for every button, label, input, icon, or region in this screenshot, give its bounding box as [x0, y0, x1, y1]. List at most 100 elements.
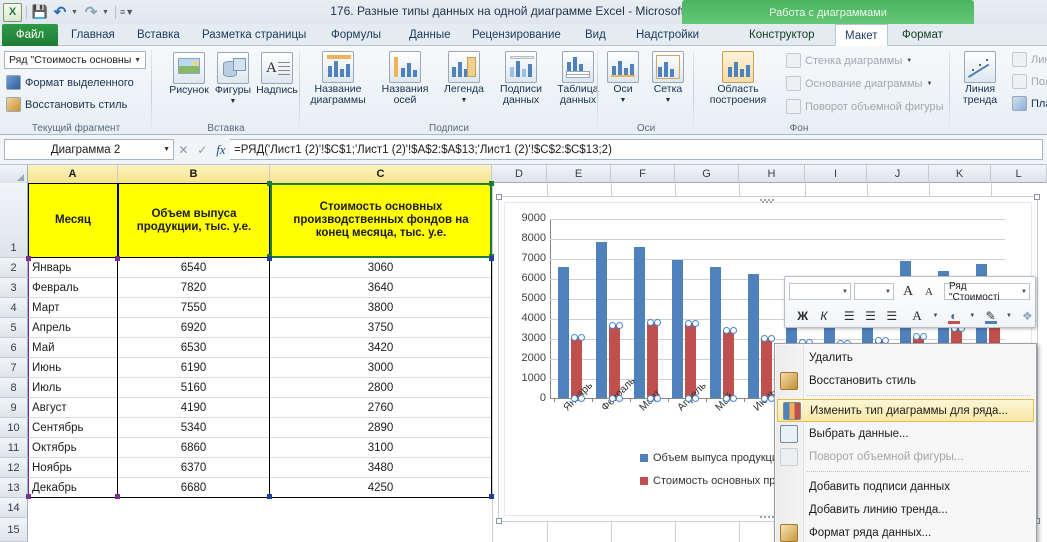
axes-dropdown-icon[interactable]: ▼: [602, 95, 644, 106]
tab-review[interactable]: Рецензирование: [463, 24, 570, 46]
table-row-cell-cost[interactable]: 3100: [270, 438, 492, 458]
row-header-1[interactable]: 1: [0, 183, 28, 258]
tab-insert[interactable]: Вставка: [128, 24, 189, 46]
series-selection-handle[interactable]: [913, 333, 920, 340]
bar-series1-feb[interactable]: [596, 242, 607, 398]
bar-series1-apr[interactable]: [672, 260, 683, 398]
shrink-font-button[interactable]: A: [919, 282, 939, 302]
tab-view[interactable]: Вид: [576, 24, 615, 46]
series-selection-handle[interactable]: [920, 333, 927, 340]
legend-dropdown-icon[interactable]: ▼: [436, 95, 492, 106]
bar-series2-may[interactable]: [723, 330, 734, 398]
row-header-5[interactable]: 5: [0, 318, 28, 338]
table-row-cell-cost[interactable]: 2760: [270, 398, 492, 418]
table-row-cell-month[interactable]: Декабрь: [28, 478, 118, 498]
series-selection-handle[interactable]: [692, 395, 699, 402]
plot-area-button[interactable]: Область построения: [698, 49, 778, 106]
menu-item-format-series[interactable]: Формат ряда данных...: [775, 521, 1036, 542]
table-row-cell-volume[interactable]: 4190: [118, 398, 270, 418]
series-selection-handle[interactable]: [692, 320, 699, 327]
column-header-G[interactable]: G: [675, 165, 739, 183]
fill-color-button[interactable]: ◐: [944, 306, 963, 326]
range-handle[interactable]: [115, 256, 120, 261]
range-handle[interactable]: [267, 256, 272, 261]
column-header-E[interactable]: E: [547, 165, 611, 183]
table-row-cell-month[interactable]: Июнь: [28, 358, 118, 378]
align-center-button[interactable]: ☰: [861, 306, 880, 326]
tab-home[interactable]: Главная: [62, 24, 124, 46]
shape-outline-dropdown[interactable]: ▼: [1002, 306, 1016, 326]
tab-page-layout[interactable]: Разметка страницы: [193, 24, 315, 46]
row-header-14[interactable]: 14: [0, 498, 28, 518]
row-header-7[interactable]: 7: [0, 358, 28, 378]
column-header-I[interactable]: I: [805, 165, 867, 183]
context-menu[interactable]: Удалить Восстановить стиль Изменить тип …: [774, 343, 1037, 542]
range-handle[interactable]: [267, 181, 272, 186]
shape-outline-button[interactable]: ✎: [981, 306, 1000, 326]
table-row-cell-month[interactable]: Сентябрь: [28, 418, 118, 438]
table-row-cell-month[interactable]: Июль: [28, 378, 118, 398]
table-row-cell-cost[interactable]: 3800: [270, 298, 492, 318]
series-selection-handle[interactable]: [768, 335, 775, 342]
font-color-button[interactable]: A: [907, 306, 926, 326]
name-box[interactable]: Диаграмма 2 ▼: [4, 139, 174, 160]
reset-style-button[interactable]: Восстановить стиль: [6, 97, 127, 112]
table-row-cell-volume[interactable]: 6530: [118, 338, 270, 358]
table-row-cell-month[interactable]: Август: [28, 398, 118, 418]
series-selection-handle[interactable]: [654, 395, 661, 402]
grow-font-button[interactable]: A: [898, 282, 918, 302]
series-selection-handle[interactable]: [723, 327, 730, 334]
insert-function-icon[interactable]: fx: [216, 142, 225, 158]
legend-button[interactable]: Легенда ▼: [436, 49, 492, 106]
row-header-10[interactable]: 10: [0, 418, 28, 438]
tab-file[interactable]: Файл: [2, 24, 58, 46]
row-header-15[interactable]: 15: [0, 518, 28, 542]
chevron-down-icon[interactable]: ▼: [163, 146, 170, 153]
italic-button[interactable]: К: [814, 306, 833, 326]
select-all-corner[interactable]: [0, 165, 28, 183]
chart-wall-button[interactable]: Стенка диаграммы ▼: [786, 53, 912, 68]
series-selection-handle[interactable]: [609, 395, 616, 402]
align-left-button[interactable]: ☰: [840, 306, 859, 326]
tab-format[interactable]: Формат: [893, 24, 952, 46]
column-header-H[interactable]: H: [739, 165, 805, 183]
column-header-J[interactable]: J: [867, 165, 929, 183]
table-row-cell-volume[interactable]: 5340: [118, 418, 270, 438]
series-selection-handle[interactable]: [578, 395, 585, 402]
range-handle[interactable]: [489, 256, 494, 261]
table-row-cell-volume[interactable]: 7550: [118, 298, 270, 318]
series-selection-handle[interactable]: [647, 395, 654, 402]
range-handle[interactable]: [26, 256, 31, 261]
series-selection-handle[interactable]: [685, 320, 692, 327]
table-row-cell-month[interactable]: Май: [28, 338, 118, 358]
menu-item-reset-style[interactable]: Восстановить стиль: [775, 369, 1036, 392]
shapes-dropdown-icon[interactable]: ▼: [202, 96, 264, 107]
table-row-cell-cost[interactable]: 2890: [270, 418, 492, 438]
table-row-cell-volume[interactable]: 6540: [118, 258, 270, 278]
table-row-cell-cost[interactable]: 3000: [270, 358, 492, 378]
bar-series1-jan[interactable]: [558, 267, 569, 398]
column-header-L[interactable]: L: [991, 165, 1047, 183]
axes-button[interactable]: Оси ▼: [602, 49, 644, 106]
series-selection-handle[interactable]: [654, 319, 661, 326]
row-header-11[interactable]: 11: [0, 438, 28, 458]
tab-layout[interactable]: Макет: [835, 24, 888, 46]
trendline-button[interactable]: Линия тренда: [954, 49, 1006, 106]
series-selection-handle[interactable]: [647, 319, 654, 326]
menu-item-delete[interactable]: Удалить: [775, 346, 1036, 369]
table-row-cell-volume[interactable]: 5160: [118, 378, 270, 398]
row-header-13[interactable]: 13: [0, 478, 28, 498]
lines-button[interactable]: Лин: [1012, 52, 1047, 67]
table-row-cell-cost[interactable]: 3640: [270, 278, 492, 298]
format-selection-button[interactable]: Формат выделенного: [6, 75, 134, 90]
row-header-4[interactable]: 4: [0, 298, 28, 318]
column-header-C[interactable]: C: [270, 165, 492, 183]
align-right-button[interactable]: ☰: [882, 306, 901, 326]
font-name-box[interactable]: ▼: [789, 283, 851, 300]
table-row-cell-volume[interactable]: 7820: [118, 278, 270, 298]
updown-bars-button[interactable]: Пол: [1012, 74, 1047, 89]
series-selection-handle[interactable]: [571, 334, 578, 341]
table-row-cell-cost[interactable]: 4250: [270, 478, 492, 498]
rotation-3d-button[interactable]: Поворот объемной фигуры: [786, 99, 944, 114]
bold-button[interactable]: Ж: [793, 306, 812, 326]
